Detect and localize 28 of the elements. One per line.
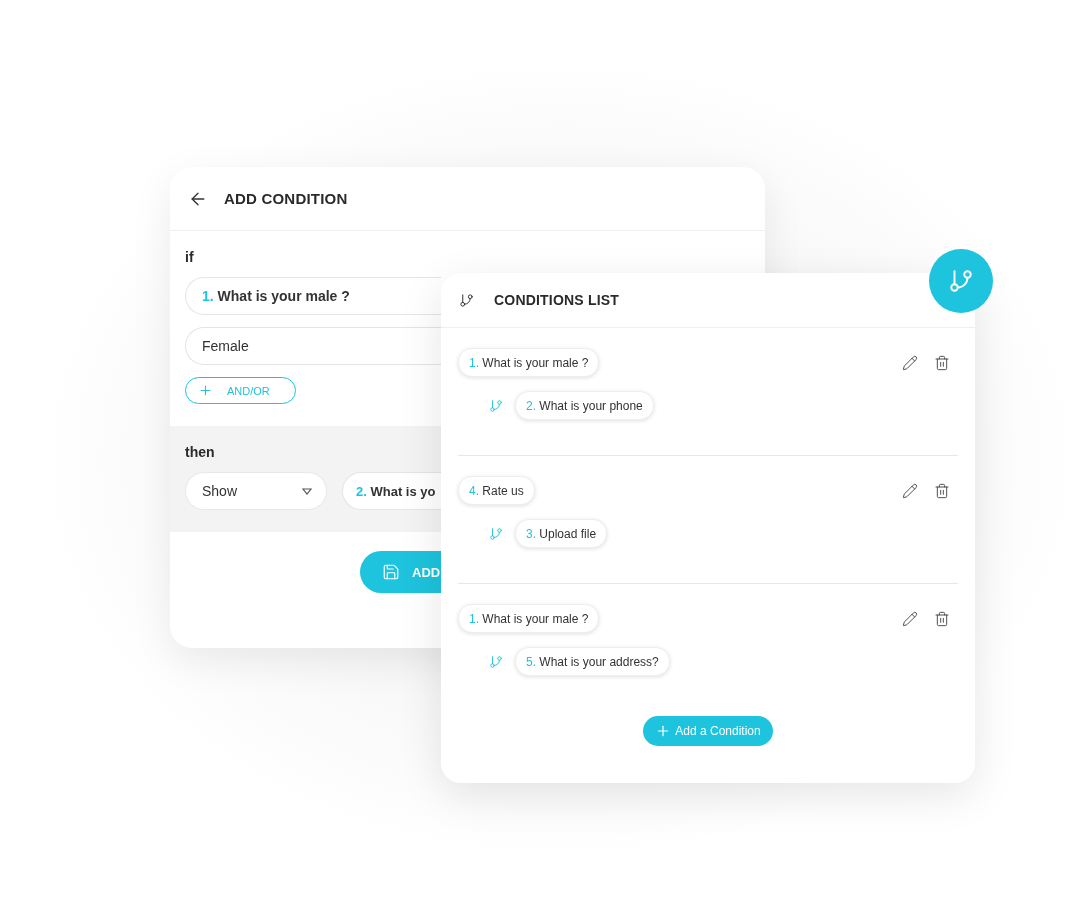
answer-field[interactable]: Female	[185, 327, 441, 365]
action-select[interactable]: Show	[185, 472, 327, 510]
if-label: if	[185, 249, 195, 265]
branch-icon	[489, 526, 503, 541]
target-chip[interactable]: 3. Upload file	[515, 519, 608, 548]
edit-icon[interactable]	[902, 610, 918, 627]
edit-icon[interactable]	[902, 354, 918, 371]
question-chip[interactable]: 1. What is your male ?	[458, 348, 600, 377]
target-question-select[interactable]: 2. What is yo	[342, 472, 441, 510]
question-chip[interactable]: 1. What is your male ?	[458, 604, 600, 633]
branch-icon	[489, 654, 503, 669]
branch-icon	[459, 292, 474, 308]
dropdown-icon	[302, 487, 312, 495]
edit-icon[interactable]	[902, 482, 918, 499]
target-chip[interactable]: 2. What is your phone	[515, 391, 654, 420]
card-title: CONDITIONS LIST	[494, 292, 620, 308]
delete-icon[interactable]	[934, 610, 950, 627]
branch-icon	[948, 268, 974, 294]
card-title: ADD CONDITION	[224, 190, 348, 207]
branch-icon	[489, 398, 503, 413]
question-select[interactable]: 1. What is your male ?	[185, 277, 441, 315]
plus-icon	[198, 383, 213, 398]
delete-icon[interactable]	[934, 482, 950, 499]
delete-icon[interactable]	[934, 354, 950, 371]
then-label: then	[185, 444, 216, 460]
save-icon	[382, 563, 400, 581]
question-chip[interactable]: 4. Rate us	[458, 476, 535, 505]
target-chip[interactable]: 5. What is your address?	[515, 647, 670, 676]
